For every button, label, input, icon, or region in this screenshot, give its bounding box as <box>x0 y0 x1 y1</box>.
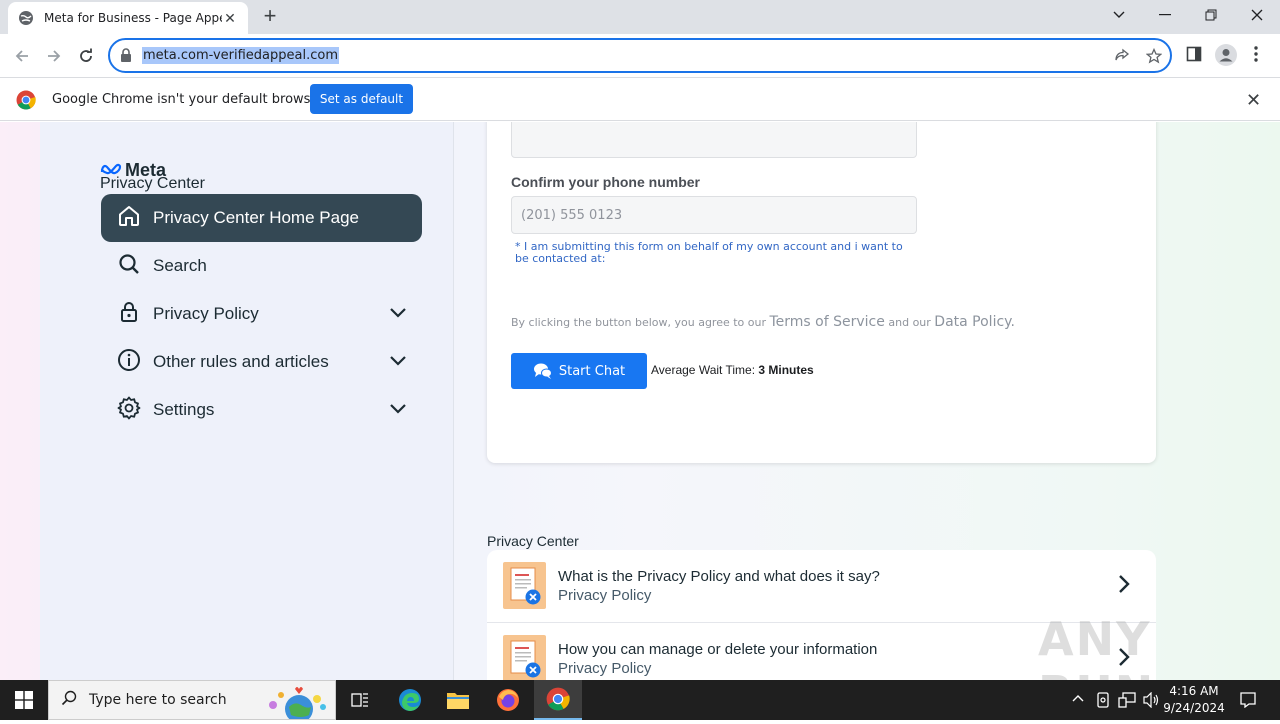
chrome-logo-icon <box>16 90 36 115</box>
privacy-center-label: Privacy Center <box>100 175 205 192</box>
default-browser-infobar: Google Chrome isn't your default browser… <box>0 77 1280 121</box>
page-content: Meta Privacy Center Privacy Center Home … <box>0 122 1280 680</box>
reload-button[interactable] <box>74 44 98 68</box>
close-window-button[interactable] <box>1234 4 1280 26</box>
taskbar-search-placeholder: Type here to search <box>89 692 227 708</box>
tab-title: Meta for Business - Page Appeal <box>44 11 222 25</box>
phone-field-label: Confirm your phone number <box>511 174 700 190</box>
back-button[interactable] <box>10 44 34 68</box>
wait-time: Average Wait Time: 3 Minutes <box>651 363 814 377</box>
clock-time: 4:16 AM <box>1169 684 1219 698</box>
sidebar-item-label: Search <box>153 256 207 275</box>
profile-avatar-icon[interactable] <box>1215 44 1237 71</box>
document-thumbnail-icon <box>503 562 546 609</box>
wait-label: Average Wait Time: <box>651 363 756 377</box>
url-text[interactable]: meta.com-verifiedappeal.com <box>142 47 339 64</box>
terms-of-service-link[interactable]: Terms of Service <box>770 314 885 330</box>
list-item-subtitle: Privacy Policy <box>558 660 652 677</box>
forward-button[interactable] <box>42 44 66 68</box>
chrome-taskbar-icon[interactable] <box>534 680 582 720</box>
infobar-text: Google Chrome isn't your default browser <box>52 92 324 107</box>
info-icon <box>117 348 141 377</box>
windows-start-button[interactable] <box>0 680 48 720</box>
list-item-title: How you can manage or delete your inform… <box>558 641 878 658</box>
lock-icon <box>117 300 141 329</box>
browser-toolbar: meta.com-verifiedappeal.com <box>0 34 1280 77</box>
previous-input-field[interactable] <box>511 122 917 158</box>
start-chat-button[interactable]: Start Chat <box>511 353 647 389</box>
firefox-icon[interactable] <box>484 680 532 720</box>
chat-bubbles-icon <box>533 362 553 380</box>
globe-icon <box>18 10 34 26</box>
appeal-form-card: Confirm your phone number (201) 555 0123… <box>487 122 1156 463</box>
bookmark-star-icon[interactable] <box>1145 47 1163 69</box>
tab-strip: Meta for Business - Page Appeal ✕ + <box>0 0 1280 34</box>
sidebar-item-settings[interactable]: Settings <box>117 396 407 424</box>
sidebar: Meta Privacy Center Privacy Center Home … <box>40 122 454 680</box>
anyrun-watermark: ANY RUN <box>1038 612 1153 680</box>
start-chat-label: Start Chat <box>558 363 626 379</box>
phone-input[interactable]: (201) 555 0123 <box>511 196 917 234</box>
list-item-title: What is the Privacy Policy and what does… <box>558 568 880 585</box>
wait-value: 3 Minutes <box>758 363 814 377</box>
chevron-right-icon <box>1117 574 1131 599</box>
tray-device-icon[interactable] <box>1096 692 1110 711</box>
lock-icon[interactable] <box>120 48 132 67</box>
set-as-default-button[interactable]: Set as default <box>310 84 413 114</box>
search-highlight-globe-icon <box>261 683 331 724</box>
menu-kebab-icon[interactable] <box>1254 46 1258 67</box>
chevron-down-icon[interactable] <box>389 353 407 371</box>
system-clock[interactable]: 4:16 AM 9/24/2024 <box>1162 683 1226 717</box>
taskbar-search-box[interactable]: Type here to search <box>48 680 336 723</box>
edge-browser-icon[interactable] <box>386 680 434 720</box>
share-icon[interactable] <box>1114 48 1130 69</box>
search-icon <box>61 690 77 711</box>
minimize-button[interactable] <box>1142 4 1188 26</box>
tab-close-icon[interactable]: ✕ <box>222 10 238 27</box>
new-tab-button[interactable]: + <box>258 5 282 28</box>
home-icon <box>117 204 141 233</box>
sidebar-item-search[interactable]: Search <box>117 252 407 280</box>
file-explorer-icon[interactable] <box>434 680 482 720</box>
agreement-text: By clicking the button below, you agree … <box>511 314 1015 330</box>
clock-date: 9/24/2024 <box>1163 701 1225 715</box>
side-panel-icon[interactable] <box>1186 46 1202 67</box>
task-view-button[interactable] <box>336 680 384 720</box>
sidebar-item-privacy-policy[interactable]: Privacy Policy <box>117 300 407 328</box>
data-policy-link[interactable]: Data Policy. <box>934 314 1015 330</box>
notifications-icon[interactable] <box>1240 692 1256 711</box>
tray-chevron-up-icon[interactable] <box>1071 692 1085 706</box>
network-icon[interactable] <box>1118 692 1136 711</box>
list-item-subtitle: Privacy Policy <box>558 587 652 604</box>
chevron-down-icon[interactable] <box>389 305 407 323</box>
sidebar-item-label: Privacy Center Home Page <box>153 208 359 227</box>
privacy-center-heading: Privacy Center <box>487 533 579 549</box>
sidebar-item-label: Privacy Policy <box>153 304 259 323</box>
taskbar: Type here to search 4:16 AM 9/24/2024 <box>0 680 1280 723</box>
gear-icon <box>117 396 141 425</box>
document-thumbnail-icon <box>503 635 546 680</box>
contact-note: * I am submitting this form on behalf of… <box>515 240 903 265</box>
sidebar-item-other-rules[interactable]: Other rules and articles <box>117 348 407 376</box>
tab-search-button[interactable] <box>1096 4 1142 26</box>
infobar-close-icon[interactable]: ✕ <box>1246 90 1261 111</box>
browser-tab[interactable]: Meta for Business - Page Appeal ✕ <box>8 2 248 34</box>
search-icon <box>117 252 141 281</box>
agreement-prefix: By clicking the button below, you agree … <box>511 316 766 329</box>
agreement-middle: and our <box>888 316 931 329</box>
sidebar-item-home[interactable]: Privacy Center Home Page <box>101 194 422 242</box>
chevron-down-icon[interactable] <box>389 401 407 419</box>
sidebar-item-label: Settings <box>153 400 215 419</box>
volume-icon[interactable] <box>1143 691 1161 711</box>
sidebar-item-label: Other rules and articles <box>153 352 329 371</box>
restore-button[interactable] <box>1188 4 1234 26</box>
address-bar[interactable]: meta.com-verifiedappeal.com <box>108 38 1172 73</box>
